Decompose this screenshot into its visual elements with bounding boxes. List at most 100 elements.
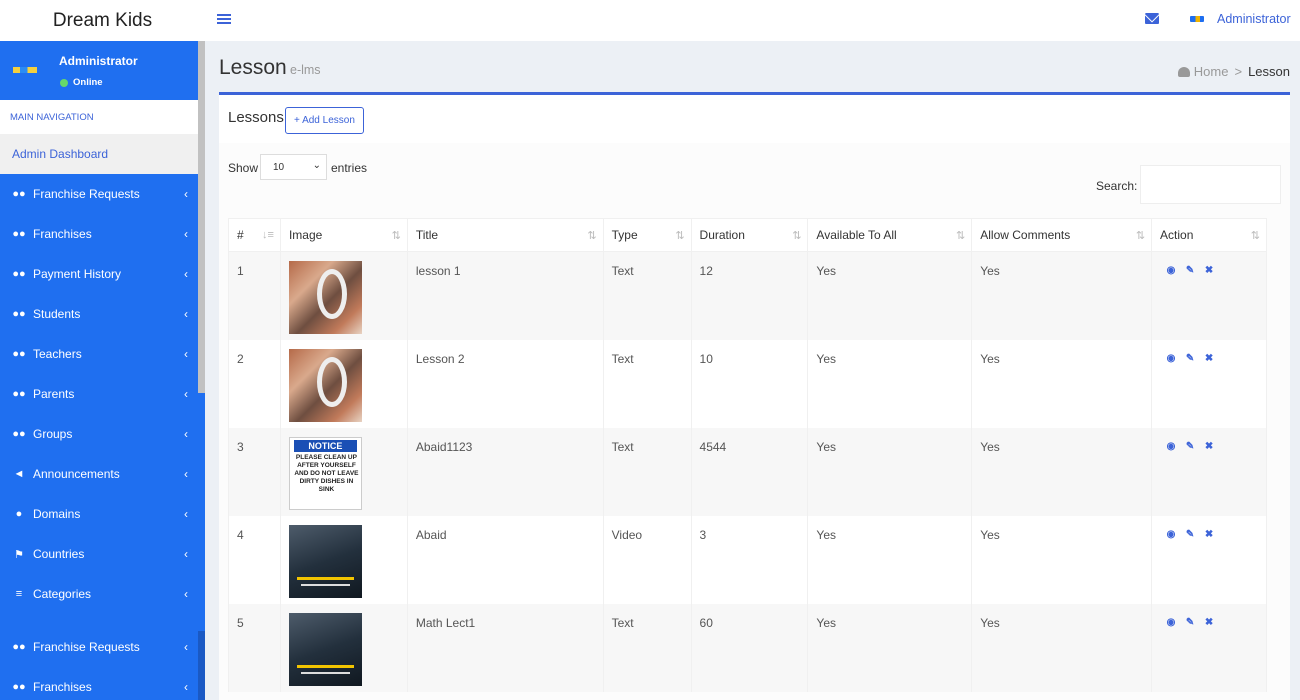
column-header-allow-comments[interactable]: Allow Comments ⇅ xyxy=(971,218,1153,252)
users-icon: ●● xyxy=(12,348,26,360)
column-header-label: Type xyxy=(611,228,638,242)
nav-list: ●● Franchise Requests ‹ ●● Franchises ‹ … xyxy=(0,174,205,614)
sidebar-scrollbar[interactable] xyxy=(198,41,205,393)
delete-icon[interactable]: ✖ xyxy=(1204,353,1214,364)
box-title: Lessons xyxy=(228,109,284,126)
breadcrumb-separator: > xyxy=(1234,64,1243,79)
entries-select[interactable]: 10 ⌄ xyxy=(260,154,327,180)
cell-duration: 12 xyxy=(690,251,809,340)
column-header-available-to-all[interactable]: Available To All ⇅ xyxy=(807,218,973,252)
users-icon: ●● xyxy=(12,228,26,240)
edit-icon[interactable]: ✎ xyxy=(1185,266,1195,276)
add-lesson-button[interactable]: + Add Lesson xyxy=(285,107,364,134)
cell-available: Yes xyxy=(807,603,973,692)
sort-icon[interactable]: ⇅ xyxy=(1251,229,1260,242)
column-header-image[interactable]: Image ⇅ xyxy=(279,218,408,252)
cell-number: 1 xyxy=(228,251,281,340)
breadcrumb-current: Lesson xyxy=(1248,64,1290,79)
list-icon: ≡ xyxy=(15,588,23,600)
breadcrumb: Home > Lesson xyxy=(1177,64,1290,79)
view-icon[interactable]: ◉ xyxy=(1166,441,1176,452)
table-row: 1 lesson 1 Text 12 Yes Yes ◉ ✎ ✖ xyxy=(228,251,1267,340)
cell-title: Abaid xyxy=(406,515,604,604)
sort-icon[interactable]: ⇅ xyxy=(392,229,401,242)
delete-icon[interactable]: ✖ xyxy=(1204,529,1214,540)
lesson-thumbnail xyxy=(288,524,362,598)
sidebar-item-announcements[interactable]: ◄ Announcements ‹ xyxy=(0,454,205,494)
view-icon[interactable]: ◉ xyxy=(1166,529,1176,540)
column-header-title[interactable]: Title ⇅ xyxy=(406,218,604,252)
notice-heading: NOTICE xyxy=(293,439,357,452)
top-navbar: Administrator xyxy=(205,0,1300,41)
user-menu[interactable]: Administrator xyxy=(1217,12,1291,26)
sidebar-item-franchises[interactable]: ●● Franchises ‹ xyxy=(0,214,205,254)
sidebar-item-admin-dashboard[interactable]: Admin Dashboard xyxy=(0,134,205,174)
delete-icon[interactable]: ✖ xyxy=(1204,441,1214,452)
edit-icon[interactable]: ✎ xyxy=(1185,529,1195,540)
sort-icon[interactable]: ⇅ xyxy=(587,229,596,242)
brand-logo[interactable]: Dream Kids xyxy=(0,0,205,41)
user-status: Online xyxy=(60,77,103,88)
sidebar-item-students[interactable]: ●● Students ‹ xyxy=(0,294,205,334)
cell-available: Yes xyxy=(807,515,973,604)
delete-icon[interactable]: ✖ xyxy=(1204,617,1214,628)
cell-title: Abaid1123 xyxy=(406,427,604,516)
nav-gap xyxy=(0,614,205,627)
chevron-left-icon: ‹ xyxy=(184,507,188,521)
sidebar-item-franchises[interactable]: ●● Franchises ‹ xyxy=(0,667,205,700)
edit-icon[interactable]: ✎ xyxy=(1185,617,1195,628)
table-body: 1 lesson 1 Text 12 Yes Yes ◉ ✎ ✖ 2 Lesso… xyxy=(228,251,1267,692)
view-icon[interactable]: ◉ xyxy=(1166,617,1176,628)
user-avatar[interactable] xyxy=(1190,16,1204,22)
edit-icon[interactable]: ✎ xyxy=(1185,441,1195,452)
sidebar-item-groups[interactable]: ●● Groups ‹ xyxy=(0,414,205,454)
search-label: Search: xyxy=(1096,179,1138,193)
table-row: 3 NOTICE PLEASE CLEAN UP AFTER YOURSELF … xyxy=(228,427,1267,516)
sidebar-item-parents[interactable]: ●● Parents ‹ xyxy=(0,374,205,414)
sidebar-item-categories[interactable]: ≡ Categories ‹ xyxy=(0,574,205,614)
sort-icon[interactable]: ⇅ xyxy=(956,229,965,242)
sidebar-item-teachers[interactable]: ●● Teachers ‹ xyxy=(0,334,205,374)
view-icon[interactable]: ◉ xyxy=(1166,353,1176,364)
breadcrumb-home[interactable]: Home xyxy=(1177,64,1228,79)
nav-list-repeat: ●● Franchise Requests ‹ ●● Franchises ‹ xyxy=(0,627,205,700)
column-header-action[interactable]: Action ⇅ xyxy=(1151,218,1267,252)
view-icon[interactable]: ◉ xyxy=(1166,266,1176,276)
column-header-label: # xyxy=(237,228,244,242)
sidebar-item-domains[interactable]: ● Domains ‹ xyxy=(0,494,205,534)
sidebar-item-countries[interactable]: ⚑ Countries ‹ xyxy=(0,534,205,574)
cell-type: Text xyxy=(602,251,692,340)
column-header-label: Image xyxy=(288,228,323,242)
mail-icon[interactable] xyxy=(1145,13,1159,24)
delete-icon[interactable]: ✖ xyxy=(1204,266,1214,276)
sort-icon[interactable]: ⇅ xyxy=(1136,229,1145,242)
sidebar-item-label: Franchises xyxy=(33,227,92,241)
column-header-type[interactable]: Type ⇅ xyxy=(602,218,692,252)
sidebar-item-payment-history[interactable]: ●● Payment History ‹ xyxy=(0,254,205,294)
search-input[interactable] xyxy=(1140,165,1281,204)
sidebar-item-label: Domains xyxy=(33,507,81,521)
column-header-duration[interactable]: Duration ⇅ xyxy=(690,218,809,252)
edit-icon[interactable]: ✎ xyxy=(1185,353,1195,364)
column-header-number[interactable]: # ↓≡ xyxy=(228,218,281,252)
menu-toggle-icon[interactable] xyxy=(217,12,231,26)
sort-icon[interactable]: ⇅ xyxy=(675,229,684,242)
cell-comments: Yes xyxy=(971,251,1153,340)
sidebar-item-label: Franchise Requests xyxy=(33,187,140,201)
table-row: 5 Math Lect1 Text 60 Yes Yes ◉ ✎ ✖ xyxy=(228,603,1267,692)
chevron-left-icon: ‹ xyxy=(184,680,188,694)
sidebar-scrollbar-lower[interactable] xyxy=(198,631,205,700)
cell-image: NOTICE PLEASE CLEAN UP AFTER YOURSELF AN… xyxy=(279,427,408,516)
lesson-thumbnail xyxy=(288,348,362,422)
chevron-left-icon: ‹ xyxy=(184,267,188,281)
chevron-left-icon: ‹ xyxy=(184,387,188,401)
sidebar-item-franchise-requests[interactable]: ●● Franchise Requests ‹ xyxy=(0,174,205,214)
chevron-left-icon: ‹ xyxy=(184,187,188,201)
globe-icon: ● xyxy=(15,508,23,520)
sort-icon[interactable]: ⇅ xyxy=(792,229,801,242)
sort-icon[interactable]: ↓≡ xyxy=(262,229,274,241)
cell-number: 4 xyxy=(228,515,281,604)
cell-duration: 60 xyxy=(690,603,809,692)
sidebar-item-franchise-requests[interactable]: ●● Franchise Requests ‹ xyxy=(0,627,205,667)
cell-title: Math Lect1 xyxy=(406,603,604,692)
